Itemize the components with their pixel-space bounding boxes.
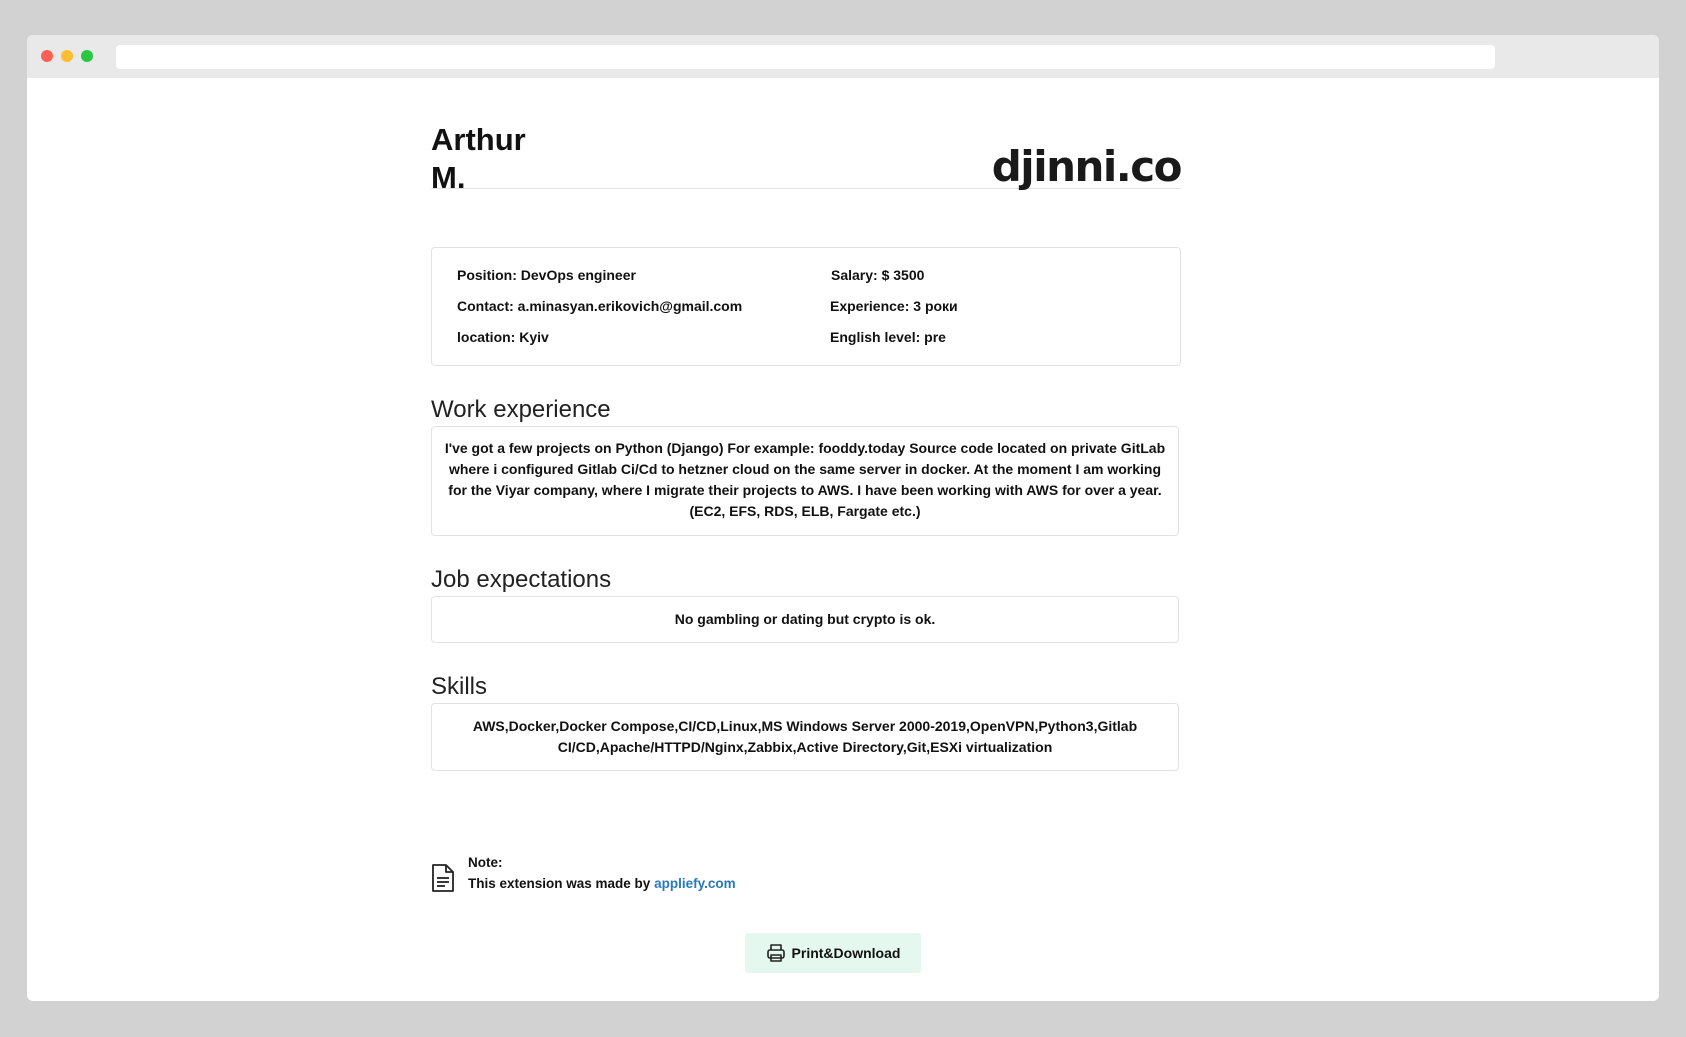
print-download-label: Print&Download xyxy=(791,945,901,961)
note-text: This extension was made by xyxy=(468,876,651,891)
print-download-button[interactable]: Print&Download xyxy=(745,933,921,973)
browser-titlebar xyxy=(27,35,1659,78)
printer-icon xyxy=(766,944,785,962)
candidate-name: Arthur M. xyxy=(431,121,526,197)
info-position: Position: DevOps engineer xyxy=(457,267,636,283)
resume-header: Arthur M. djinni.co xyxy=(431,80,1183,195)
maximize-window-dot[interactable] xyxy=(81,50,93,62)
note-block: Note: This extension was made by applief… xyxy=(431,855,1179,905)
close-window-dot[interactable] xyxy=(41,50,53,62)
candidate-first-name: Arthur xyxy=(431,122,526,157)
info-salary: Salary: $ 3500 xyxy=(831,267,925,283)
address-bar[interactable] xyxy=(116,45,1495,69)
job-expectations-box: No gambling or dating but crypto is ok. xyxy=(431,596,1179,643)
info-location: location: Kyiv xyxy=(457,329,549,345)
skills-box: AWS,Docker,Docker Compose,CI/CD,Linux,MS… xyxy=(431,703,1179,771)
skills-text: AWS,Docker,Docker Compose,CI/CD,Linux,MS… xyxy=(472,718,1138,755)
work-experience-heading: Work experience xyxy=(431,396,611,423)
appliefy-link[interactable]: appliefy.com xyxy=(654,876,736,891)
info-contact: Contact: a.minasyan.erikovich@gmail.com xyxy=(457,298,743,314)
job-expectations-heading: Job expectations xyxy=(431,566,612,593)
document-icon xyxy=(432,864,454,892)
note-text-line: This extension was made by appliefy.com xyxy=(468,876,736,891)
djinni-logo: djinni.co xyxy=(991,142,1183,191)
work-experience-text: I've got a few projects on Python (Djang… xyxy=(444,440,1166,519)
skills-heading: Skills xyxy=(431,673,488,700)
info-english-level: English level: pre xyxy=(830,329,946,345)
work-experience-box: I've got a few projects on Python (Djang… xyxy=(431,426,1179,536)
note-title: Note: xyxy=(468,855,503,870)
candidate-info-box: Position: DevOps engineer Contact: a.min… xyxy=(431,247,1181,366)
info-experience: Experience: 3 роки xyxy=(830,298,958,314)
candidate-last-initial: M. xyxy=(431,160,466,195)
minimize-window-dot[interactable] xyxy=(61,50,73,62)
resume-content: Arthur M. djinni.co Position: DevOps eng… xyxy=(431,80,1183,892)
job-expectations-text: No gambling or dating but crypto is ok. xyxy=(674,611,936,627)
